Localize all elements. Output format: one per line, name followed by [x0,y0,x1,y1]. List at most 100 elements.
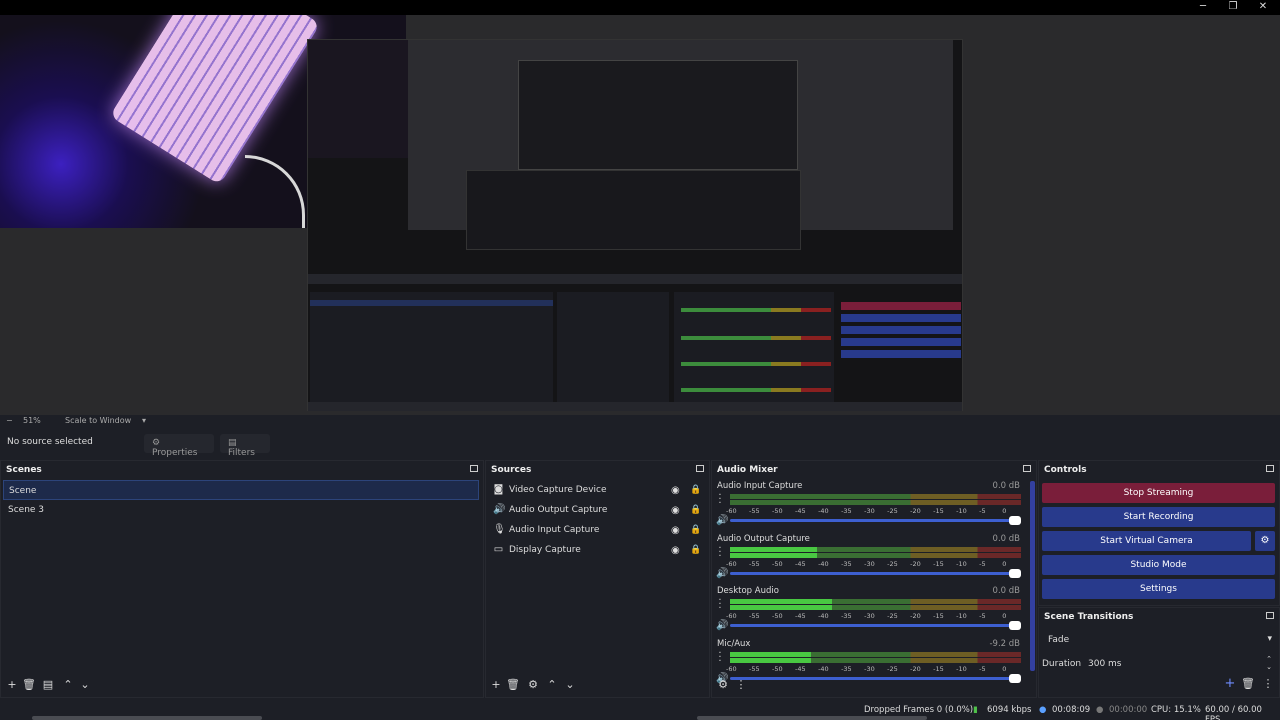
scene-item[interactable]: Scene [3,480,479,500]
transition-value: Fade [1048,635,1070,645]
tick-label: -55 [749,612,760,620]
eye-icon[interactable]: ◉ [671,485,680,496]
scenes-footer: + 🗑 ▤ ⌃ ⌄ [1,675,483,697]
chevron-up-icon[interactable]: ⌃ [61,679,75,693]
meter-ticks: -60 -55 -50 -45 -40 -35 -30 -25 -20 -15 -10 -5 0 [726,665,1016,673]
lock-icon[interactable]: 🔒 [690,525,701,535]
add-icon[interactable]: + [489,679,503,693]
channel-menu-icon[interactable]: · · · [717,648,723,666]
stop-streaming-button[interactable]: Stop Streaming [1042,483,1275,503]
mixer-channel: Desktop Audio 0.0 dB · · · -60 -55 -50 -45 -40 -35… [712,586,1026,639]
mixer-scrollbar[interactable] [1030,481,1035,671]
scale-mode-select[interactable]: Scale to Window [65,416,131,425]
trash-icon[interactable]: 🗑 [22,679,36,693]
start-virtual-camera-button[interactable]: Start Virtual Camera [1042,531,1251,551]
channel-db: 0.0 dB [992,533,1020,544]
preview-canvas[interactable] [0,15,1280,415]
trash-icon[interactable]: 🗑 [1241,678,1255,692]
tick-label: -10 [956,507,967,515]
advanced-audio-icon[interactable]: ⚙ [716,679,730,693]
tick-label: -10 [956,559,967,568]
volume-slider[interactable] [730,621,1021,630]
signal-icon: ▮ [973,705,978,715]
source-item[interactable]: ◙ Video Capture Device ◉ 🔒 [488,480,705,500]
maximize-button[interactable]: ❐ [1218,0,1248,15]
add-icon[interactable]: + [5,679,19,693]
volume-meter [730,552,1021,558]
zoom-level: 51% [23,416,41,425]
eye-icon[interactable]: ◉ [671,505,680,516]
fps-readout: 60.00 / 60.00 FPS [1205,705,1262,720]
audio-mixer-dock: Audio Mixer Audio Input Capture 0.0 dB · · ·… [711,460,1037,698]
undock-icon[interactable] [470,465,478,472]
volume-slider[interactable] [730,568,1021,578]
sources-footer: + 🗑 ⚙ ⌃ ⌄ [486,675,709,697]
tick-label: -5 [979,507,986,515]
tick-label: -30 [864,559,875,568]
transition-select[interactable]: Fade ▾ [1044,631,1276,649]
horizontal-scrollbar[interactable] [697,716,927,720]
add-icon[interactable]: + [1223,677,1237,692]
trash-icon[interactable]: 🗑 [506,679,520,693]
undock-icon[interactable] [1266,612,1274,619]
virtual-camera-settings-icon[interactable]: ⚙ [1255,531,1275,551]
filter-icon[interactable]: ▤ [41,679,55,693]
speaker-icon[interactable]: 🔊 [716,515,728,526]
settings-button[interactable]: Settings [1042,579,1275,599]
chevron-down-icon[interactable]: ⌄ [78,679,92,693]
channel-menu-icon[interactable]: · · · [717,543,723,561]
start-recording-button[interactable]: Start Recording [1042,507,1275,527]
horizontal-scrollbar[interactable] [32,716,262,720]
source-item[interactable]: 🔊 Audio Output Capture ◉ 🔒 [488,500,705,520]
duration-input[interactable]: 300 ms ⌃ ⌄ [1084,655,1276,673]
slider-knob[interactable] [1009,516,1021,525]
tick-label: -55 [749,664,760,673]
preview-toolbar: − 51% Scale to Window ▾ [0,415,1280,427]
tick-label: -35 [841,559,852,568]
stepper-icon[interactable]: ⌃ ⌄ [1266,655,1272,671]
undock-icon[interactable] [1023,465,1031,472]
lock-icon[interactable]: 🔒 [690,545,701,555]
zoom-out-button[interactable]: − [6,416,13,425]
scene-item[interactable]: Scene 3 [3,500,479,520]
channel-menu-icon[interactable]: · · · [717,596,723,614]
tick-label: -10 [956,612,967,620]
tick-label: -25 [887,664,898,673]
close-button[interactable]: ✕ [1248,0,1278,15]
speaker-icon[interactable]: 🔊 [716,620,728,631]
lock-icon[interactable]: 🔒 [690,485,701,495]
lock-icon[interactable]: 🔒 [690,505,701,515]
undock-icon[interactable] [696,465,704,472]
gear-icon[interactable]: ⚙ [526,679,540,693]
menu-icon[interactable]: ⋮ [734,679,748,693]
slider-knob[interactable] [1009,621,1021,630]
tick-label: -55 [749,507,760,515]
slider-knob[interactable] [1009,568,1021,578]
sources-title: Sources [491,465,532,475]
volume-meter [730,657,1021,663]
minimize-button[interactable]: ─ [1188,0,1218,15]
volume-meter [730,605,1021,610]
filters-button[interactable]: ▤ Filters [220,434,270,458]
menu-icon[interactable]: ⋮ [1261,678,1275,692]
bitrate: 6094 kbps [987,705,1032,715]
source-item[interactable]: 🎙 Audio Input Capture ◉ 🔒 [488,520,705,540]
eye-icon[interactable]: ◉ [671,545,680,556]
tick-label: -15 [933,559,944,568]
studio-mode-button[interactable]: Studio Mode [1042,555,1275,575]
source-label: Audio Output Capture [509,505,608,515]
channel-menu-icon[interactable]: · · · [717,491,723,509]
chevron-up-icon[interactable]: ⌃ [545,679,559,693]
source-label: Video Capture Device [509,485,607,495]
chevron-down-icon[interactable]: ⌄ [563,679,577,693]
speaker-icon[interactable]: 🔊 [716,568,728,579]
undock-icon[interactable] [1266,465,1274,472]
source-item[interactable]: ▭ Display Capture ◉ 🔒 [488,540,705,560]
chevron-down-icon[interactable]: ▾ [142,416,146,425]
volume-slider[interactable] [730,516,1021,525]
record-icon: ● [1096,705,1104,715]
eye-icon[interactable]: ◉ [671,525,680,536]
cpu-usage: CPU: 15.1% [1151,705,1201,715]
scene-label: Scene [9,486,37,496]
properties-button[interactable]: ⚙ Properties [144,434,214,458]
